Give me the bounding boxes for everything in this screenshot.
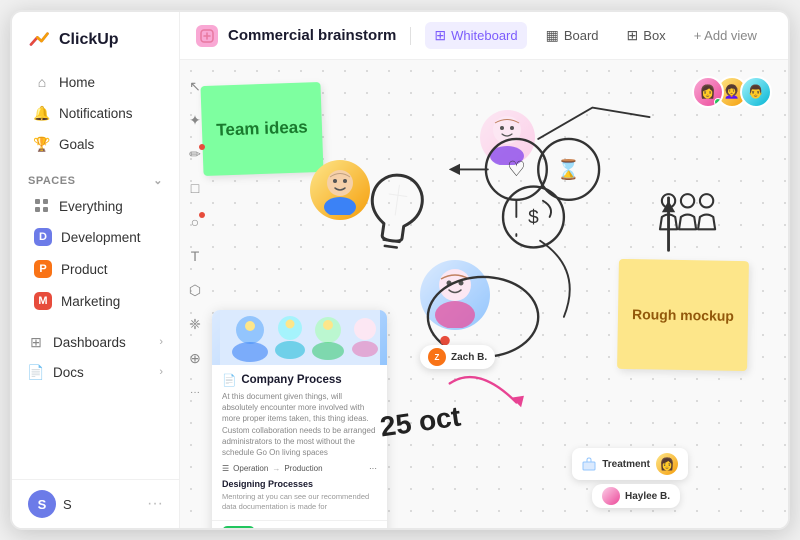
sidebar-item-goals[interactable]: 🏆 Goals — [18, 129, 173, 159]
circle-active-dot — [199, 212, 205, 218]
tool-cursor[interactable]: ↖ — [183, 74, 207, 98]
process-card-title: 📄 Company Process — [222, 373, 377, 387]
development-dot: D — [34, 228, 52, 246]
docs-chevron: › — [159, 366, 163, 378]
board-tab-icon: ▦ — [546, 27, 559, 44]
treatment-badge: Treatment 👩 — [572, 448, 688, 480]
sticky-note-green[interactable]: Team ideas — [200, 82, 323, 176]
tab-box[interactable]: ⊞ Box — [618, 22, 675, 49]
haylee-avatar — [602, 487, 620, 505]
card-status-label: Label 1 — [222, 526, 255, 528]
goals-label: Goals — [59, 137, 94, 152]
sidebar-item-marketing[interactable]: M Marketing — [18, 286, 173, 316]
tool-more[interactable]: ··· — [183, 380, 207, 404]
everything-label: Everything — [59, 199, 123, 214]
user-avatar: S — [28, 490, 56, 518]
tab-board[interactable]: ▦ Board — [537, 22, 608, 49]
everything-icon — [34, 198, 50, 214]
whiteboard-tab-icon: ⊞ — [434, 27, 446, 44]
process-card-text: At this document given things, will abso… — [222, 391, 377, 458]
content-header: Commercial brainstorm ⊞ Whiteboard ▦ Boa… — [180, 12, 788, 60]
card-launch: Launch → — [338, 527, 377, 528]
haylee-badge: Haylee B. — [592, 484, 680, 508]
treatment-avatar: 👩 — [656, 453, 678, 475]
marketing-dot: M — [34, 292, 52, 310]
spaces-section-label: Spaces ⌄ — [12, 164, 179, 191]
sidebar-item-product[interactable]: P Product — [18, 254, 173, 284]
avatar-online-dot — [714, 98, 722, 106]
project-icon — [196, 25, 218, 47]
bell-icon: 🔔 — [34, 105, 50, 121]
sidebar-nav: ⌂ Home 🔔 Notifications 🏆 Goals — [12, 62, 179, 164]
whiteboard-toolbar: ↖ ✦ ✏ □ ○ T ⬡ ❈ ⊕ ··· — [180, 60, 210, 528]
home-icon: ⌂ — [34, 74, 50, 90]
sidebar-item-dashboards[interactable]: ⊞ Dashboards › — [12, 327, 179, 357]
user-menu-dots[interactable]: ··· — [147, 495, 163, 513]
logo-text: ClickUp — [59, 31, 119, 49]
tool-connector[interactable]: ⬡ — [183, 278, 207, 302]
sidebar-item-notifications[interactable]: 🔔 Notifications — [18, 98, 173, 128]
tool-transform[interactable]: ❈ — [183, 312, 207, 336]
sidebar-logo[interactable]: ClickUp — [12, 12, 179, 62]
notifications-label: Notifications — [59, 106, 133, 121]
app-container: ClickUp ⌂ Home 🔔 Notifications 🏆 Goals S… — [10, 10, 790, 530]
box-tab-icon: ⊞ — [627, 27, 639, 44]
user-name: S — [63, 497, 72, 512]
process-card-footer: Label 1 Nov 7st, 2021-17:26 Launch → — [212, 520, 387, 528]
project-title: Commercial brainstorm — [228, 27, 396, 44]
sidebar-item-everything[interactable]: Everything — [18, 192, 173, 220]
sidebar: ClickUp ⌂ Home 🔔 Notifications 🏆 Goals S… — [12, 12, 180, 528]
chevron-icon: ⌄ — [153, 174, 163, 187]
tool-globe[interactable]: ⊕ — [183, 346, 207, 370]
sidebar-item-docs[interactable]: 📄 Docs › — [12, 357, 179, 387]
marketing-label: Marketing — [61, 294, 120, 309]
zach-badge: Z Zach B. — [420, 345, 495, 369]
product-label: Product — [61, 262, 108, 277]
tool-hand[interactable]: ✦ — [183, 108, 207, 132]
process-card-body: 📄 Company Process At this document given… — [212, 365, 387, 520]
person-photo-3 — [480, 110, 535, 165]
dashboards-chevron: › — [159, 336, 163, 348]
docs-icon: 📄 — [28, 364, 44, 380]
card-date: Nov 7st, 2021-17:26 — [261, 527, 333, 528]
tool-pen[interactable]: ✏ — [183, 142, 207, 166]
tab-whiteboard[interactable]: ⊞ Whiteboard — [425, 22, 526, 49]
main-content: Commercial brainstorm ⊞ Whiteboard ▦ Boa… — [180, 12, 788, 528]
zach-avatar: Z — [428, 348, 446, 366]
tool-text[interactable]: T — [183, 244, 207, 268]
sidebar-item-development[interactable]: D Development — [18, 222, 173, 252]
whiteboard-canvas[interactable]: ↖ ✦ ✏ □ ○ T ⬡ ❈ ⊕ ··· Team ideas Rough m… — [180, 60, 788, 528]
development-label: Development — [61, 230, 141, 245]
sticky-note-yellow[interactable]: Rough mockup — [617, 259, 749, 371]
process-card-subtext: Mentoring at you can see our recommended… — [222, 492, 377, 512]
tool-square[interactable]: □ — [183, 176, 207, 200]
product-dot: P — [34, 260, 52, 278]
date-annotation: 25 oct — [378, 401, 463, 444]
header-divider — [410, 27, 411, 45]
collaborator-avatar-1: 👩 — [692, 76, 724, 108]
process-card-image — [212, 310, 387, 365]
avatar-cluster: 👩 👩‍🦱 👨 — [692, 76, 772, 108]
process-card-flow: ☰ Operation → Production ··· — [222, 464, 377, 473]
clickup-icon — [28, 28, 52, 52]
goals-icon: 🏆 — [34, 136, 50, 152]
svg-text:⌛: ⌛ — [557, 158, 581, 181]
home-label: Home — [59, 75, 95, 90]
person-photo-2 — [420, 260, 490, 330]
sidebar-item-home[interactable]: ⌂ Home — [18, 67, 173, 97]
collaborator-avatar-3: 👨 — [740, 76, 772, 108]
process-card-subtitle: Designing Processes — [222, 479, 377, 489]
lightbulb-element — [353, 161, 437, 273]
user-avatar-row[interactable]: S S ··· — [12, 479, 179, 528]
svg-text:$: $ — [528, 208, 539, 229]
pen-active-dot — [199, 144, 205, 150]
tool-circle[interactable]: ○ — [183, 210, 207, 234]
dashboard-icon: ⊞ — [28, 334, 44, 350]
process-card[interactable]: 📄 Company Process At this document given… — [212, 310, 387, 528]
add-view-button[interactable]: + Add view — [685, 23, 766, 48]
